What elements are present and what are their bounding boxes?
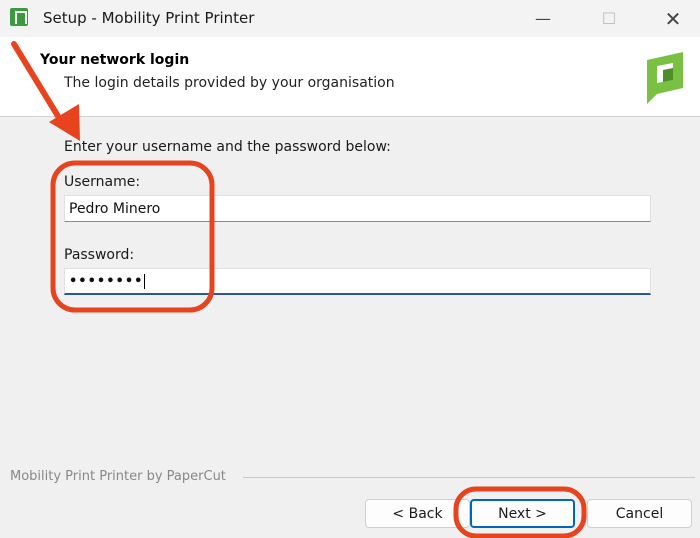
window-title: Setup - Mobility Print Printer [43,9,255,27]
text-caret [144,274,146,289]
username-value: Pedro Minero [69,201,161,217]
app-icon [10,8,28,26]
username-label: Username: [64,174,141,190]
close-button[interactable]: ✕ [650,0,696,37]
page-subtitle: The login details provided by your organ… [64,75,395,91]
password-label: Password: [64,247,135,263]
title-bar: Setup - Mobility Print Printer — ☐ ✕ [0,0,700,37]
maximize-button[interactable]: ☐ [586,0,632,37]
papercut-logo-icon [647,52,683,104]
brand-text: Mobility Print Printer by PaperCut [10,469,226,484]
page-title: Your network login [40,52,190,68]
footer-divider [243,477,695,478]
password-input[interactable]: •••••••• [64,268,651,295]
instructions-text: Enter your username and the password bel… [64,139,391,155]
wizard-header: Your network login The login details pro… [0,37,700,117]
password-value: •••••••• [69,274,144,289]
next-button[interactable]: Next > [470,499,575,528]
username-input[interactable]: Pedro Minero [64,195,651,222]
back-button[interactable]: < Back [365,499,470,528]
cancel-button[interactable]: Cancel [587,499,692,528]
minimize-button[interactable]: — [520,0,566,37]
